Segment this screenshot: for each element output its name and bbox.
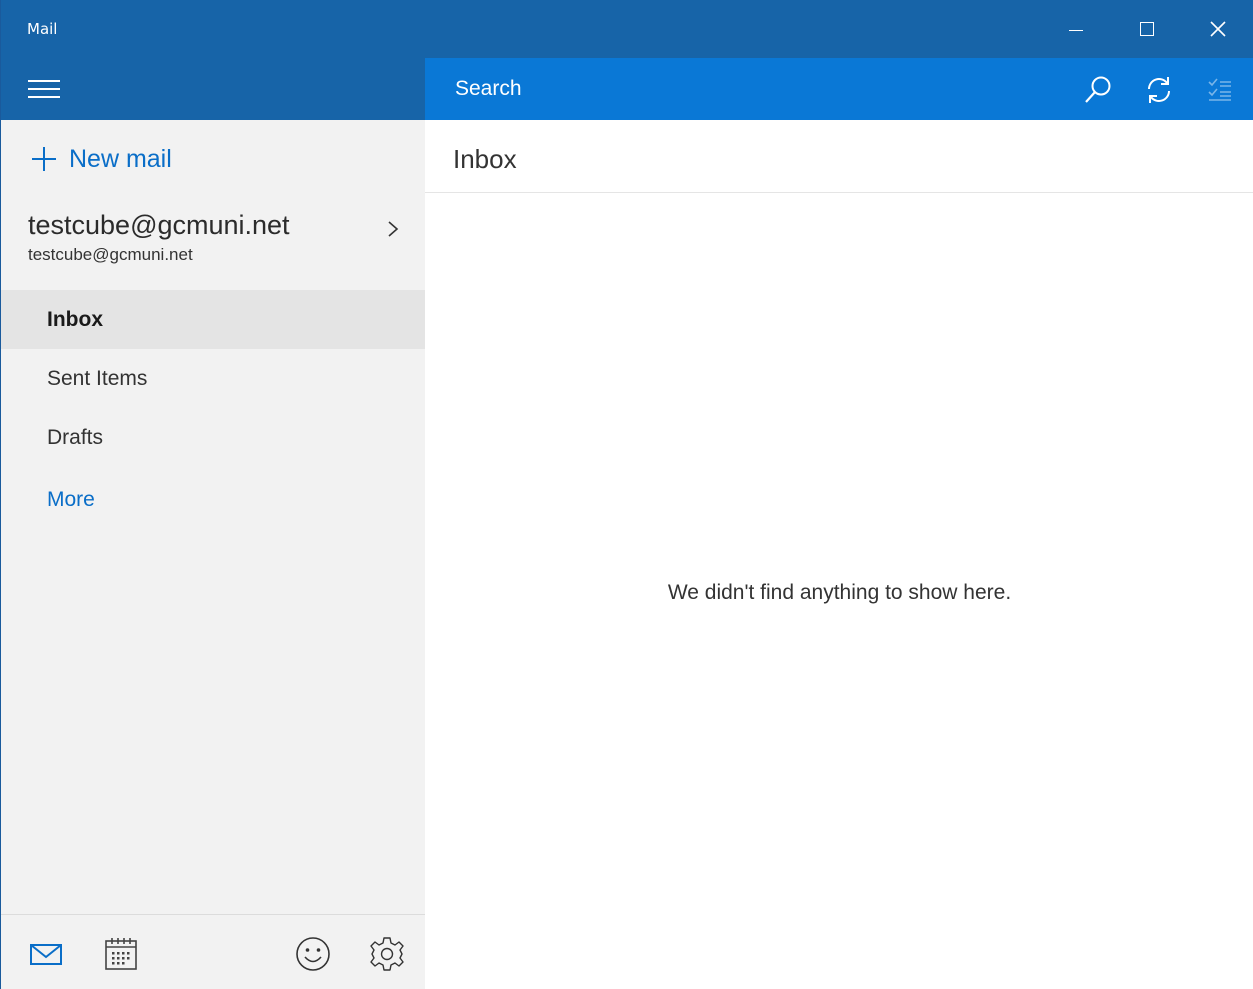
maximize-button[interactable]	[1117, 0, 1177, 58]
hamburger-menu-icon[interactable]	[28, 80, 60, 100]
more-folders-link[interactable]: More	[1, 470, 425, 529]
folder-label: Drafts	[47, 425, 104, 449]
account-item[interactable]: testcube@gcmuni.net testcube@gcmuni.net	[28, 210, 413, 265]
feedback-smiley-icon[interactable]	[294, 935, 332, 973]
message-list-pane: Inbox We didn't find anything to show he…	[425, 120, 1253, 989]
settings-gear-icon[interactable]	[368, 935, 406, 973]
message-list-header: Inbox	[425, 120, 1253, 193]
new-mail-label: New mail	[69, 144, 172, 173]
nav-header	[1, 58, 425, 120]
minimize-icon	[1069, 29, 1083, 31]
minimize-button[interactable]	[1046, 0, 1106, 58]
folder-item-drafts[interactable]: Drafts	[1, 408, 425, 467]
search-box[interactable]: Search	[455, 77, 522, 101]
mail-icon[interactable]	[27, 935, 65, 973]
account-email: testcube@gcmuni.net	[28, 245, 193, 264]
close-button[interactable]	[1188, 0, 1248, 58]
more-label: More	[47, 487, 95, 511]
empty-state-message: We didn't find anything to show here.	[667, 581, 1012, 604]
close-icon	[1210, 21, 1226, 37]
selection-mode-icon[interactable]	[1201, 72, 1237, 108]
title-bar: Mail	[1, 0, 1253, 58]
mail-window: Mail Search New mail testcube@gcmuni.net…	[0, 0, 1253, 989]
new-mail-button[interactable]: New mail	[29, 142, 172, 176]
chevron-right-icon	[388, 221, 399, 237]
plus-icon	[32, 147, 56, 171]
app-switcher-bar	[1, 914, 425, 989]
folder-label: Inbox	[47, 307, 103, 331]
navigation-pane: New mail testcube@gcmuni.net testcube@gc…	[1, 120, 425, 989]
folder-title: Inbox	[453, 144, 517, 174]
folder-label: Sent Items	[47, 366, 148, 390]
app-title: Mail	[27, 20, 58, 38]
search-icon[interactable]	[1080, 72, 1116, 108]
maximize-icon	[1140, 22, 1154, 36]
folder-item-sent-items[interactable]: Sent Items	[1, 349, 425, 408]
calendar-icon[interactable]	[102, 935, 140, 973]
folder-item-inbox[interactable]: Inbox	[1, 290, 425, 349]
account-name: testcube@gcmuni.net	[28, 210, 290, 240]
search-header: Search	[425, 58, 1253, 120]
sync-icon[interactable]	[1141, 72, 1177, 108]
